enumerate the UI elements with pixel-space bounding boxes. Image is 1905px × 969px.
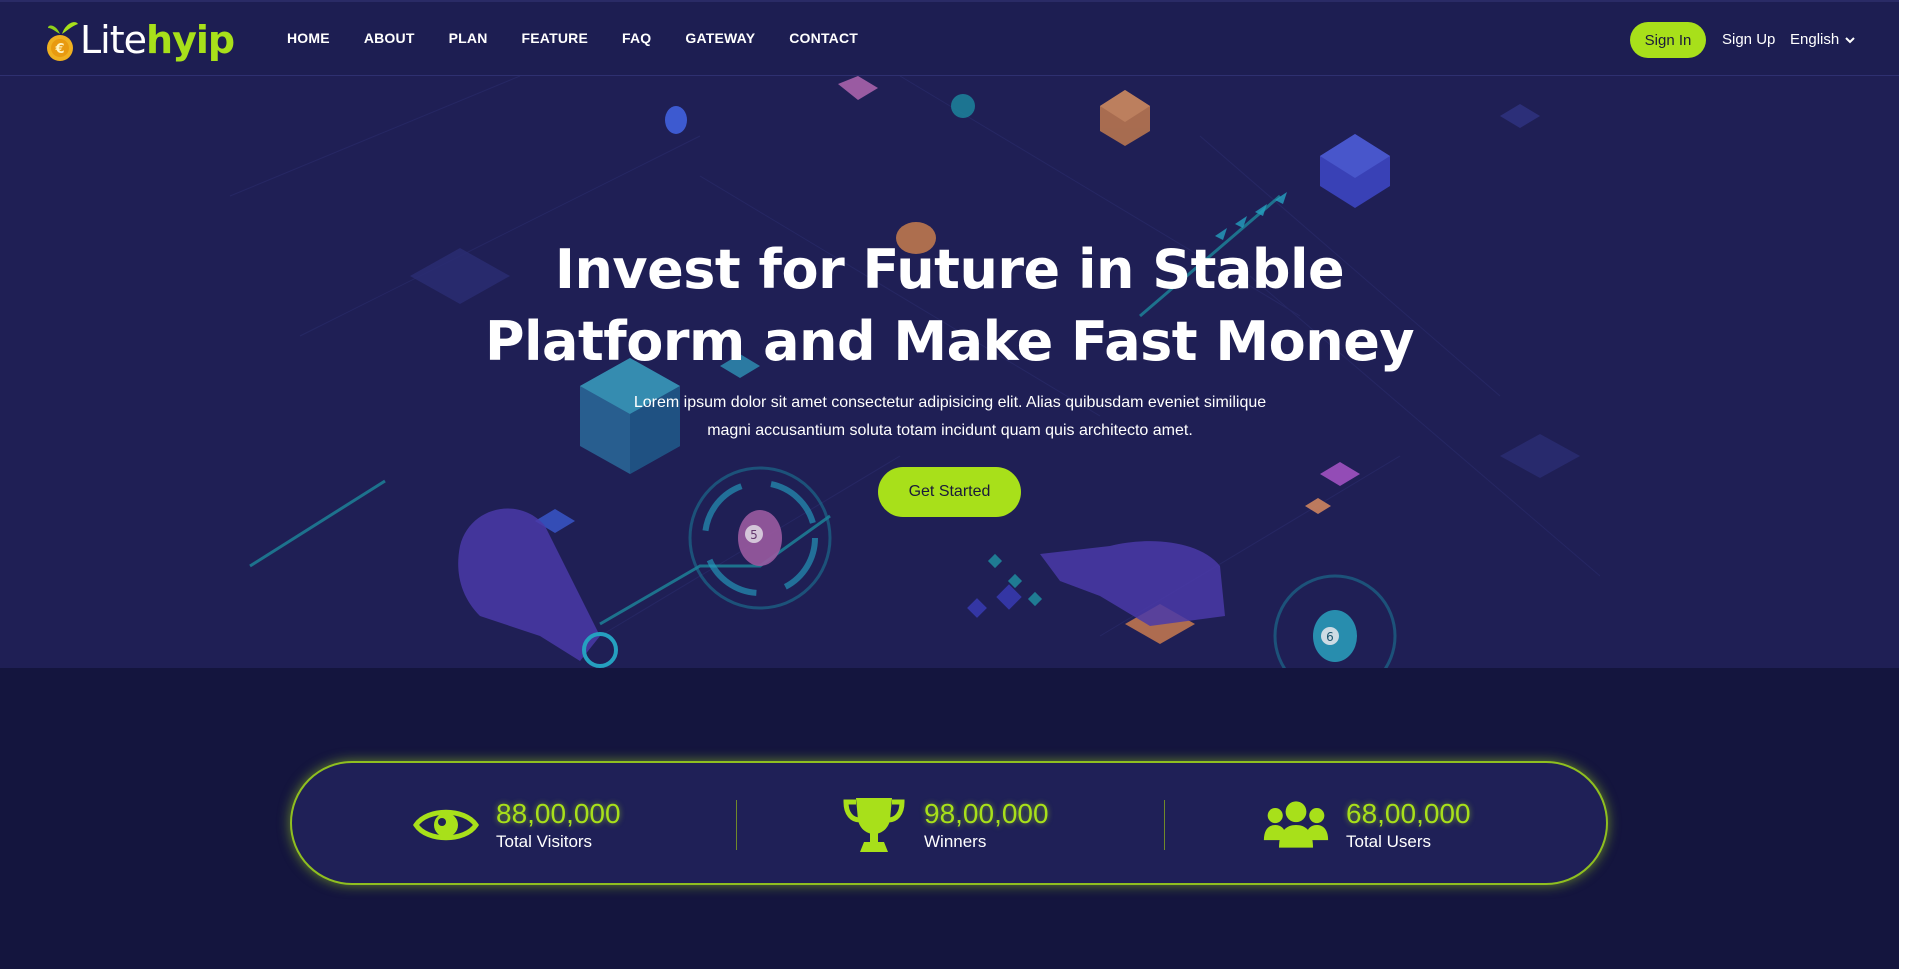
nav-plan[interactable]: PLAN: [449, 30, 488, 46]
users-icon: [1262, 795, 1330, 855]
hero-subtitle: Lorem ipsum dolor sit amet consectetur a…: [600, 389, 1300, 445]
nav-about[interactable]: ABOUT: [364, 30, 415, 46]
hero-subtitle-line1: Lorem ipsum dolor sit amet consectetur a…: [633, 394, 1267, 411]
signup-link[interactable]: Sign Up: [1722, 31, 1775, 48]
nav-feature[interactable]: FEATURE: [522, 30, 588, 46]
language-select[interactable]: English: [1790, 31, 1855, 48]
get-started-button[interactable]: Get Started: [878, 467, 1021, 517]
stat-total-visitors: 88,00,000 Total Visitors: [412, 763, 621, 887]
site-header: € Litehyip HOME ABOUT PLAN FEATURE FAQ G…: [0, 0, 1899, 76]
stat-label: Total Visitors: [496, 832, 593, 851]
stat-total-users: 68,00,000 Total Users: [1262, 763, 1471, 887]
nav-home[interactable]: HOME: [287, 30, 330, 46]
stat-text: 88,00,000 Total Visitors: [496, 798, 621, 852]
nav-gateway[interactable]: GATEWAY: [685, 30, 755, 46]
stat-label: Total Users: [1346, 832, 1432, 851]
stat-value: 88,00,000: [496, 798, 621, 829]
site-logo[interactable]: € Litehyip: [46, 16, 235, 64]
nav-contact[interactable]: CONTACT: [789, 30, 858, 46]
coin-leaf-icon: €: [46, 16, 80, 64]
page-scrollbar[interactable]: [1899, 0, 1905, 969]
stat-value: 98,00,000: [924, 798, 1049, 829]
hero-subtitle-line2: magni accusantium soluta totam incidunt …: [707, 422, 1193, 439]
stat-label: Winners: [924, 832, 987, 851]
main-nav: HOME ABOUT PLAN FEATURE FAQ GATEWAY CONT…: [287, 30, 892, 46]
nav-faq[interactable]: FAQ: [622, 30, 651, 46]
chevron-down-icon: [1845, 36, 1855, 43]
hero-section: 5 6 Invest for Future in Stable Platform…: [0, 76, 1899, 668]
stats-panel: 88,00,000 Total Visitors 98,00,000 Winne…: [290, 761, 1608, 885]
signin-button[interactable]: Sign In: [1630, 22, 1706, 58]
stat-divider: [1164, 800, 1165, 850]
eye-icon: [412, 795, 480, 855]
trophy-icon: [840, 795, 908, 855]
logo-lite: Lite: [80, 18, 147, 62]
svg-text:5: 5: [750, 528, 758, 542]
stat-text: 68,00,000 Total Users: [1346, 798, 1471, 852]
hero-title-line2: Platform and Make Fast Money: [484, 310, 1415, 373]
hero-title: Invest for Future in Stable Platform and…: [0, 234, 1899, 378]
stat-winners: 98,00,000 Winners: [840, 763, 1049, 887]
stat-text: 98,00,000 Winners: [924, 798, 1049, 852]
stat-value: 68,00,000: [1346, 798, 1471, 829]
svg-text:6: 6: [1326, 630, 1334, 644]
svg-text:€: €: [54, 42, 64, 57]
hero-title-line1: Invest for Future in Stable: [554, 238, 1345, 301]
logo-hyip: hyip: [146, 18, 235, 62]
language-label: English: [1790, 31, 1840, 48]
logo-text: Litehyip: [80, 18, 235, 62]
stat-divider: [736, 800, 737, 850]
